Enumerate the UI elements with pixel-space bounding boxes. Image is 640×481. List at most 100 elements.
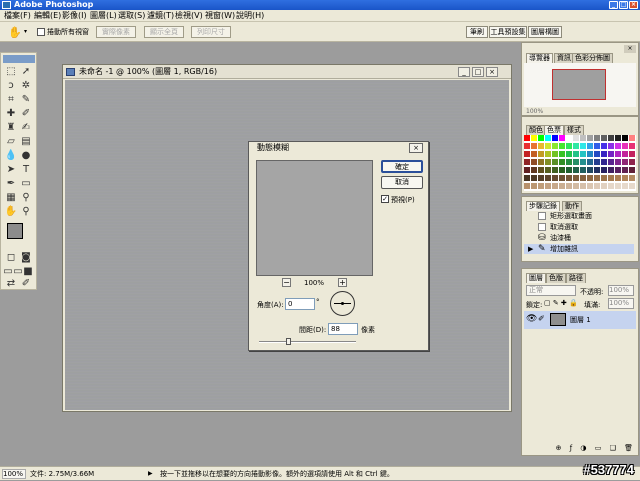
color-swatch[interactable] <box>622 175 628 181</box>
color-swatch[interactable] <box>524 183 530 189</box>
color-swatch[interactable] <box>587 159 593 165</box>
color-swatch[interactable] <box>531 183 537 189</box>
color-swatch[interactable] <box>629 135 635 141</box>
color-swatch[interactable] <box>594 143 600 149</box>
history-item[interactable]: 矩形選取畫面 <box>524 211 634 221</box>
color-swatch[interactable] <box>545 183 551 189</box>
status-zoom[interactable]: 100% <box>2 469 26 479</box>
history-brush-tool-icon[interactable]: ✍ <box>19 121 33 135</box>
distance-input[interactable]: 88 <box>328 323 358 335</box>
color-swatch[interactable] <box>538 175 544 181</box>
move-tool-icon[interactable]: ➚ <box>19 65 33 79</box>
foreground-color-swatch[interactable] <box>7 223 23 239</box>
color-swatch[interactable] <box>601 151 607 157</box>
hand-tool-icon[interactable]: ✋ <box>8 26 22 39</box>
color-swatch[interactable] <box>629 159 635 165</box>
color-swatch[interactable] <box>587 183 593 189</box>
distance-slider-thumb[interactable] <box>286 338 292 345</box>
color-swatch[interactable] <box>622 183 628 189</box>
distance-slider-track[interactable] <box>259 338 356 345</box>
menu-view[interactable]: 檢視(V) <box>175 11 203 21</box>
scroll-all-checkbox[interactable] <box>37 28 45 36</box>
color-swatch[interactable] <box>608 183 614 189</box>
blur-tool-icon[interactable]: 💧 <box>4 149 18 163</box>
dialog-close-button[interactable]: × <box>409 143 423 153</box>
slice-tool-icon[interactable]: ✎ <box>19 93 33 107</box>
color-swatch[interactable] <box>580 151 586 157</box>
color-swatch[interactable] <box>587 143 593 149</box>
zoom-out-button[interactable]: − <box>282 278 291 287</box>
dodge-tool-icon[interactable]: ● <box>19 149 33 163</box>
color-swatch[interactable] <box>601 183 607 189</box>
color-swatch[interactable] <box>629 167 635 173</box>
web-icon[interactable]: ✐ <box>19 277 33 291</box>
eraser-tool-icon[interactable]: ▱ <box>4 135 18 149</box>
marquee-tool-icon[interactable]: ⬚ <box>4 65 18 79</box>
tab-info[interactable]: 資訊 <box>554 53 574 63</box>
color-swatch[interactable] <box>573 135 579 141</box>
color-swatch[interactable] <box>531 143 537 149</box>
color-swatch[interactable] <box>573 151 579 157</box>
color-swatch[interactable] <box>615 143 621 149</box>
angle-dial[interactable] <box>330 291 355 316</box>
type-tool-icon[interactable]: T <box>19 163 33 177</box>
color-swatch[interactable] <box>587 151 593 157</box>
color-swatch[interactable] <box>580 183 586 189</box>
brush-link-icon[interactable]: ✐ <box>538 314 545 323</box>
shape-tool-icon[interactable]: ▭ <box>19 177 33 191</box>
color-swatch[interactable] <box>559 143 565 149</box>
tab-styles[interactable]: 樣式 <box>564 125 584 135</box>
color-swatch[interactable] <box>622 159 628 165</box>
color-swatch[interactable] <box>531 151 537 157</box>
tab-histogram[interactable]: 色彩分佈圖 <box>572 53 613 63</box>
minimize-button[interactable]: _ <box>609 1 618 9</box>
layer-actions-bar[interactable]: ⊕ ƒ ◑ ▭ ❑ 🗑 <box>524 443 636 454</box>
tab-paths[interactable]: 路徑 <box>566 273 586 283</box>
zoom-in-button[interactable]: + <box>338 278 347 287</box>
preview-checkbox[interactable]: ✓ <box>381 195 389 203</box>
history-item[interactable]: 取消選取 <box>524 222 634 232</box>
history-item[interactable]: ⛁ 油漆桶 <box>524 233 634 243</box>
color-swatch[interactable] <box>608 143 614 149</box>
lock-icons[interactable]: ▢ ✎ ✚ 🔒 <box>544 299 578 307</box>
color-swatch[interactable] <box>552 135 558 141</box>
menu-edit[interactable]: 編輯(E) <box>34 11 61 21</box>
eyedropper-tool-icon[interactable]: ⚲ <box>19 191 33 205</box>
navigator-zoom[interactable]: 100% <box>526 108 543 115</box>
color-swatch[interactable] <box>608 159 614 165</box>
color-swatch[interactable] <box>573 175 579 181</box>
navigator-view-box[interactable] <box>552 69 606 100</box>
color-swatch[interactable] <box>629 151 635 157</box>
color-swatch[interactable] <box>538 167 544 173</box>
notes-tool-icon[interactable]: ▦ <box>4 191 18 205</box>
color-swatch[interactable] <box>559 167 565 173</box>
color-swatch[interactable] <box>580 175 586 181</box>
color-swatch[interactable] <box>601 175 607 181</box>
color-swatch[interactable] <box>573 143 579 149</box>
color-swatch[interactable] <box>538 143 544 149</box>
color-swatch[interactable] <box>594 167 600 173</box>
color-swatch[interactable] <box>580 143 586 149</box>
color-swatch[interactable] <box>615 135 621 141</box>
hand-tool-icon[interactable]: ✋ <box>4 205 18 219</box>
color-swatch[interactable] <box>587 167 593 173</box>
color-swatch[interactable] <box>594 183 600 189</box>
color-swatch[interactable] <box>531 167 537 173</box>
color-swatch[interactable] <box>629 143 635 149</box>
color-swatch[interactable] <box>524 159 530 165</box>
imageready-jump-icon[interactable]: ⇄ <box>4 277 18 291</box>
color-swatch[interactable] <box>552 151 558 157</box>
brushes-tab[interactable]: 筆刷 <box>466 26 488 38</box>
actual-pixels-button[interactable]: 實際像素 <box>96 26 136 38</box>
color-swatch[interactable] <box>601 143 607 149</box>
magic-wand-tool-icon[interactable]: ✲ <box>19 79 33 93</box>
color-swatch[interactable] <box>531 175 537 181</box>
fill-input[interactable]: 100% <box>608 298 634 309</box>
color-swatch[interactable] <box>622 135 628 141</box>
color-swatch[interactable] <box>538 159 544 165</box>
tool-preset-chevron-icon[interactable]: ▾ <box>24 28 27 35</box>
color-swatch[interactable] <box>573 159 579 165</box>
color-swatch[interactable] <box>545 143 551 149</box>
gradient-tool-icon[interactable]: ▤ <box>19 135 33 149</box>
color-swatch[interactable] <box>594 135 600 141</box>
